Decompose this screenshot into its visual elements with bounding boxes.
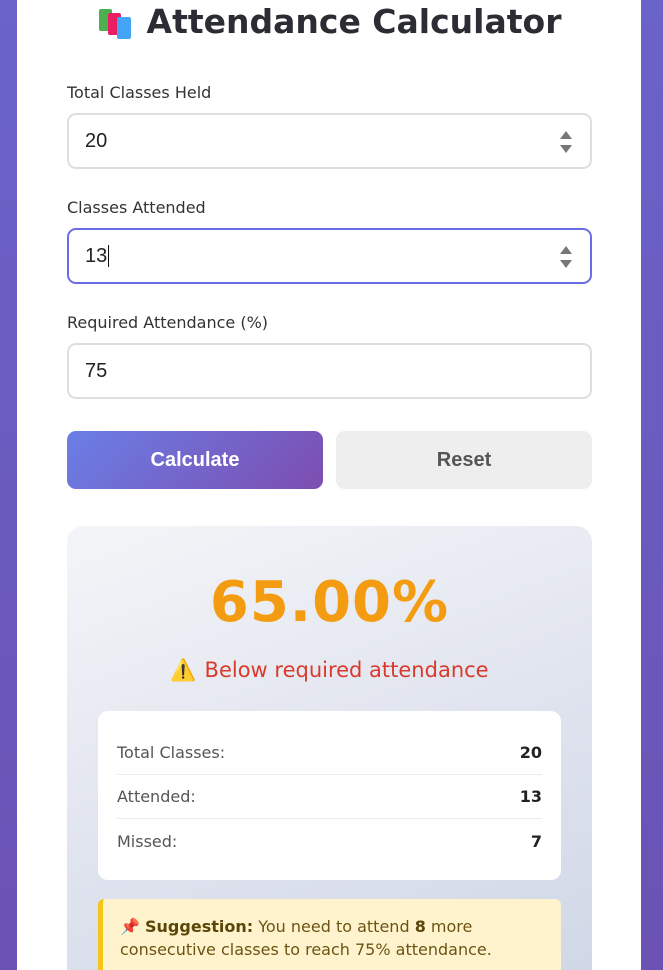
- stat-value: 7: [530, 831, 542, 851]
- decrement-icon[interactable]: [560, 260, 572, 268]
- total-classes-value: 20: [85, 129, 108, 152]
- books-icon: [97, 3, 133, 39]
- pushpin-icon: 📌: [120, 917, 140, 936]
- required-attendance-value: 75: [85, 359, 108, 382]
- classes-attended-input[interactable]: 13: [67, 228, 592, 284]
- classes-attended-value: 13: [85, 244, 108, 267]
- attendance-percentage: 65.00%: [209, 570, 450, 635]
- page-header: Attendance Calculator: [17, 0, 641, 42]
- stat-value: 20: [519, 743, 542, 762]
- warning-icon: ⚠️: [170, 658, 197, 682]
- calculate-button[interactable]: Calculate: [67, 431, 323, 489]
- suggestion-box: 📌 Suggestion: You need to attend 8 more …: [98, 899, 561, 970]
- status-message: ⚠️ Below required attendance: [67, 658, 592, 683]
- stat-row-total: Total Classes: 20: [117, 731, 542, 775]
- stat-label: Attended:: [117, 787, 196, 806]
- suggestion-lead: Suggestion:: [145, 917, 254, 936]
- reset-button[interactable]: Reset: [336, 431, 592, 489]
- stat-row-attended: Attended: 13: [117, 775, 542, 819]
- increment-icon[interactable]: [560, 246, 572, 254]
- suggestion-count: 8: [414, 917, 426, 936]
- total-classes-stepper[interactable]: [560, 131, 572, 153]
- increment-icon[interactable]: [560, 131, 572, 139]
- page-title: Attendance Calculator: [146, 1, 562, 41]
- status-text: Below required attendance: [204, 658, 489, 682]
- decrement-icon[interactable]: [560, 145, 572, 153]
- stats-list: Total Classes: 20 Attended: 13 Missed: 7: [98, 711, 561, 880]
- text-caret: [108, 245, 110, 267]
- total-classes-label: Total Classes Held: [67, 83, 212, 102]
- total-classes-input[interactable]: 20: [67, 113, 592, 169]
- result-panel: 65.00% ⚠️ Below required attendance Total…: [67, 526, 592, 970]
- stat-label: Missed:: [117, 831, 178, 851]
- classes-attended-stepper[interactable]: [560, 246, 572, 268]
- stat-row-missed: Missed: 7: [117, 819, 542, 863]
- required-attendance-label: Required Attendance (%): [67, 313, 269, 332]
- required-attendance-input[interactable]: 75: [67, 343, 592, 399]
- classes-attended-label: Classes Attended: [67, 198, 206, 217]
- stat-value: 13: [519, 787, 542, 806]
- calculator-card: Attendance Calculator Total Classes Held…: [17, 0, 641, 970]
- stat-label: Total Classes:: [117, 743, 226, 762]
- suggestion-text-before: You need to attend: [258, 917, 410, 936]
